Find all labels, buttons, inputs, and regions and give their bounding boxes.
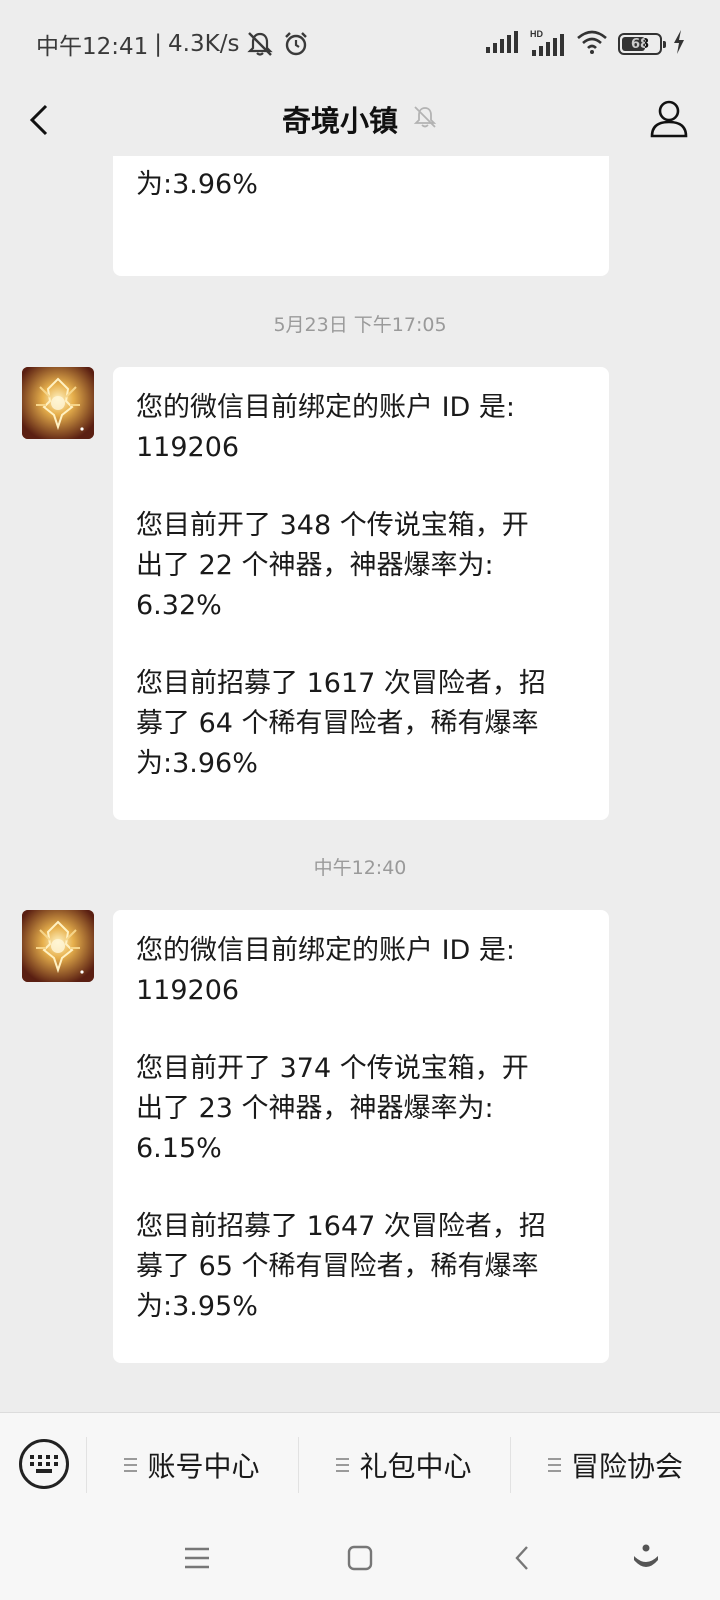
status-right: HD 68 — [486, 28, 686, 60]
battery-level: 68 — [630, 36, 650, 52]
assistant-button[interactable] — [626, 1538, 666, 1578]
lion-emblem-icon — [22, 910, 94, 982]
message-bubble[interactable]: 您的微信目前绑定的账户 ID 是: 119206 您目前开了 348 个传说宝箱… — [113, 367, 609, 820]
status-time: 中午12:41 — [36, 34, 149, 60]
recruit-line: 募了 65 个稀有冒险者，稀有爆率 — [136, 1251, 539, 1282]
recents-icon — [185, 1547, 209, 1569]
alarm-icon — [281, 29, 311, 59]
menu-item-account-center[interactable]: 账号中心 — [87, 1435, 297, 1495]
timestamp: 5月23日 下午17:05 — [273, 314, 447, 336]
mute-icon — [245, 29, 275, 59]
menu-item-label: 冒险协会 — [570, 1450, 683, 1483]
recents-button[interactable] — [177, 1538, 217, 1578]
menu-item-gift-center[interactable]: 礼包中心 — [299, 1435, 509, 1495]
account-line: 您的微信目前绑定的账户 ID 是: — [136, 392, 516, 423]
chest-line: 您目前开了 348 个传说宝箱，开 — [136, 510, 529, 541]
chest-rate: 6.15% — [136, 1133, 222, 1164]
chest-line: 您目前开了 374 个传说宝箱，开 — [136, 1053, 529, 1084]
profile-button[interactable] — [644, 94, 694, 144]
home-icon — [347, 1545, 373, 1571]
recruit-line: 募了 64 个稀有冒险者，稀有爆率 — [136, 708, 539, 739]
menu-item-label: 礼包中心 — [359, 1450, 472, 1483]
account-line: 您的微信目前绑定的账户 ID 是: — [136, 935, 516, 966]
recruit-line: 您目前招募了 1617 次冒险者，招 — [136, 668, 546, 699]
official-account-menu: 账号中心 礼包中心 冒险协会 — [0, 1412, 720, 1516]
message-line: 募了 64 个稀有冒险者，稀有爆率 — [136, 156, 587, 165]
timestamp: 中午12:40 — [313, 857, 407, 879]
status-net-speed: 4.3K/s — [168, 31, 240, 57]
lion-emblem-icon — [22, 367, 94, 439]
message-bubble[interactable]: 您的微信目前绑定的账户 ID 是: 119206 您目前开了 374 个传说宝箱… — [113, 910, 609, 1363]
back-nav-button[interactable] — [503, 1538, 543, 1578]
assistant-icon — [634, 1544, 658, 1567]
menu-item-label: 账号中心 — [147, 1450, 260, 1483]
svg-text:HD: HD — [530, 29, 543, 39]
keyboard-icon — [30, 1455, 58, 1473]
chest-line: 出了 23 个神器，神器爆率为: — [136, 1093, 494, 1124]
page-title: 奇境小镇 — [281, 104, 398, 138]
avatar[interactable] — [22, 367, 94, 439]
menu-lines-icon — [336, 1458, 350, 1472]
chat-area[interactable]: 募了 64 个稀有冒险者，稀有爆率 为:3.96% 5月23日 下午17:05 … — [0, 156, 720, 1412]
profile-icon — [650, 100, 688, 138]
chest-rate: 6.32% — [136, 590, 222, 621]
charging-icon — [672, 30, 686, 58]
title-wrap: 奇境小镇 — [0, 96, 720, 142]
account-id: 119206 — [136, 432, 240, 463]
menu-lines-icon — [547, 1458, 561, 1472]
menu-item-adventure-guild[interactable]: 冒险协会 — [511, 1435, 720, 1495]
keyboard-toggle-button[interactable] — [19, 1439, 69, 1489]
title-bar: 奇境小镇 — [0, 84, 720, 156]
account-id: 119206 — [136, 975, 240, 1006]
status-bar: 中午12:41 | 4.3K/s HD 68 — [0, 0, 720, 84]
status-separator: | — [154, 31, 163, 57]
battery-icon: 68 — [618, 33, 666, 55]
recruit-rate: 为:3.96% — [136, 748, 258, 779]
menu-lines-icon — [124, 1458, 138, 1472]
message-bubble-partial[interactable]: 募了 64 个稀有冒险者，稀有爆率 为:3.96% — [113, 156, 609, 276]
avatar[interactable] — [22, 910, 94, 982]
back-nav-icon — [515, 1546, 528, 1570]
status-left: 中午12:41 | 4.3K/s — [36, 26, 311, 62]
system-navigation-bar — [0, 1516, 720, 1600]
mute-bell-icon — [412, 104, 438, 134]
chest-line: 出了 22 个神器，神器爆率为: — [136, 550, 494, 581]
signal-icon — [486, 31, 520, 57]
wifi-icon — [576, 30, 608, 58]
message-line: 为:3.96% — [136, 169, 258, 200]
home-button[interactable] — [340, 1538, 380, 1578]
hd-signal-icon: HD — [530, 28, 566, 60]
recruit-rate: 为:3.95% — [136, 1291, 258, 1322]
recruit-line: 您目前招募了 1647 次冒险者，招 — [136, 1211, 546, 1242]
